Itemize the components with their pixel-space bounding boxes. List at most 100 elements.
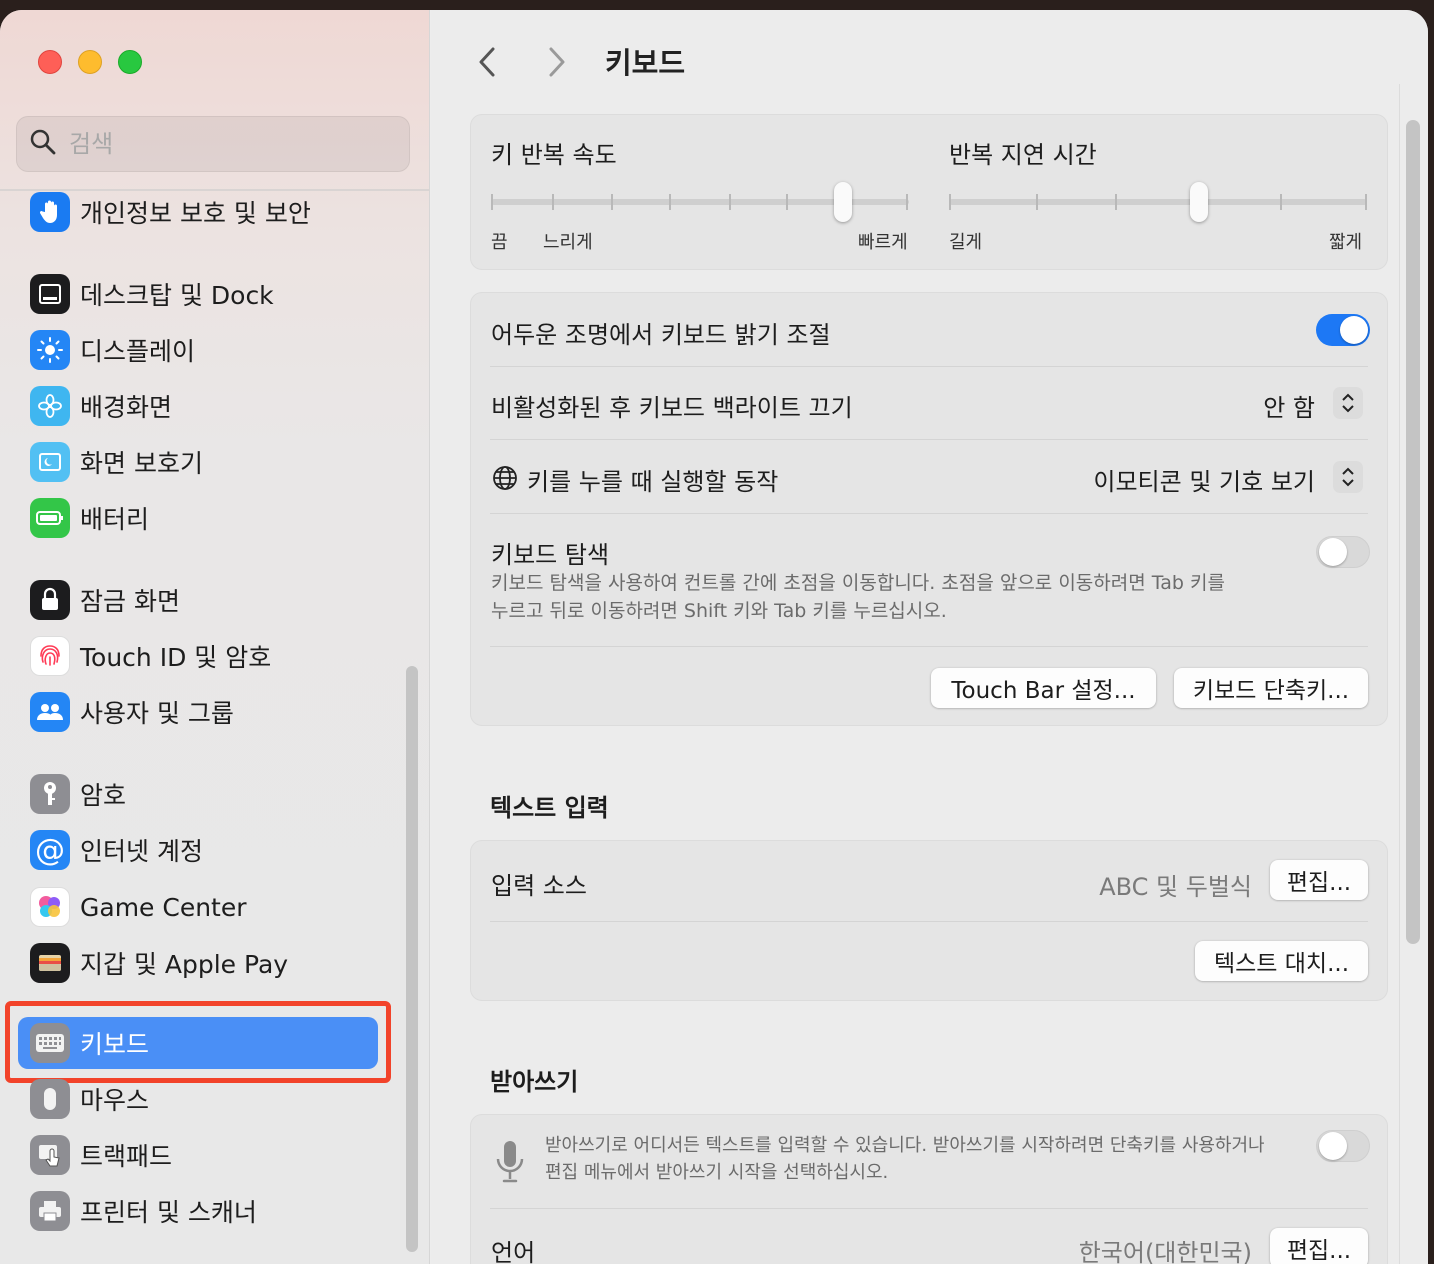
toggle-knob	[1319, 1132, 1347, 1160]
backlight-off-label: 비활성화된 후 키보드 백라이트 끄기	[491, 394, 853, 422]
chevron-left-icon	[479, 47, 495, 77]
sidebar-item-printers[interactable]: 프린터 및 스캐너	[18, 1185, 378, 1237]
toggle-knob	[1340, 316, 1368, 344]
sidebar-item-battery[interactable]: 배터리	[18, 492, 378, 544]
adjust-brightness-label: 어두운 조명에서 키보드 밝기 조절	[491, 321, 831, 349]
sidebar-item-label: 사용자 및 그룹	[80, 699, 234, 728]
text-replacement-button[interactable]: 텍스트 대치...	[1195, 941, 1368, 981]
keyboard-nav-label: 키보드 탐색	[491, 541, 610, 569]
key-repeat-max-label: 빠르게	[858, 232, 908, 253]
sidebar-item-label: 잠금 화면	[80, 587, 180, 616]
sidebar-item-internet-accounts[interactable]: @ 인터넷 계정	[18, 824, 378, 876]
sidebar-item-label: 암호	[80, 781, 127, 810]
lock-icon	[30, 580, 70, 620]
slider-tick	[552, 194, 554, 210]
slider-tick	[491, 194, 493, 210]
slider-tick	[729, 194, 731, 210]
sidebar-item-wallet[interactable]: 지갑 및 Apple Pay	[18, 937, 378, 989]
slider-tick	[669, 194, 671, 210]
game-center-icon	[30, 887, 70, 927]
back-button[interactable]	[469, 44, 505, 80]
toolbar: 키보드	[431, 10, 1428, 110]
row-divider	[490, 646, 1368, 647]
sidebar-item-mouse[interactable]: 마우스	[18, 1073, 378, 1125]
row-divider	[490, 513, 1368, 514]
repeat-delay-title: 반복 지연 시간	[949, 141, 1097, 169]
mouse-icon	[30, 1079, 70, 1119]
slider-tick	[1036, 194, 1038, 210]
input-sources-edit-button[interactable]: 편집...	[1270, 860, 1368, 900]
dictation-desc-line: 편집 메뉴에서 받아쓰기 시작을 선택하십시오.	[545, 1162, 889, 1183]
globe-icon	[491, 464, 519, 496]
sidebar-item-label: 배터리	[80, 505, 150, 534]
close-window-button[interactable]	[38, 50, 62, 74]
settings-window: 개인정보 보호 및 보안 데스크탑 및 Dock 디스플레이 배경화면 화면 보	[0, 10, 1428, 1264]
sidebar-item-desktop-dock[interactable]: 데스크탑 및 Dock	[18, 268, 378, 320]
updown-chevron-icon[interactable]	[1333, 461, 1363, 493]
touchbar-settings-button[interactable]: Touch Bar 설정...	[931, 668, 1156, 708]
input-sources-value: ABC 및 두벌식	[1099, 873, 1252, 901]
printer-icon	[30, 1191, 70, 1231]
slider-tick	[786, 194, 788, 210]
key-repeat-knob[interactable]	[834, 182, 852, 222]
trackpad-icon	[30, 1135, 70, 1175]
sidebar-item-label: 데스크탑 및 Dock	[80, 281, 274, 310]
repeat-delay-track	[949, 199, 1367, 205]
sidebar-item-label: 프린터 및 스캐너	[80, 1198, 257, 1227]
sidebar-item-label: 인터넷 계정	[80, 837, 203, 866]
chevron-right-icon	[549, 47, 565, 77]
search-box[interactable]	[16, 116, 410, 172]
zoom-window-button[interactable]	[118, 50, 142, 74]
sidebar-item-wallpaper[interactable]: 배경화면	[18, 380, 378, 432]
repeat-delay-knob[interactable]	[1190, 182, 1208, 222]
forward-button[interactable]	[539, 44, 575, 80]
at-icon: @	[30, 830, 70, 870]
sidebar-item-touch-id[interactable]: Touch ID 및 암호	[18, 630, 378, 682]
row-divider	[490, 366, 1368, 367]
text-input-card: 입력 소스 ABC 및 두벌식 편집... 텍스트 대치...	[470, 840, 1388, 1001]
language-label: 언어	[491, 1239, 536, 1264]
repeat-delay-min-label: 길게	[949, 232, 983, 253]
globe-key-label: 키를 누를 때 실행할 동작	[527, 468, 779, 496]
main-scrollbar[interactable]	[1406, 120, 1420, 944]
slider-tick	[949, 194, 951, 210]
adjust-brightness-toggle[interactable]	[1316, 314, 1370, 346]
keyboard-shortcuts-button[interactable]: 키보드 단축키...	[1174, 668, 1368, 708]
sidebar-item-trackpad[interactable]: 트랙패드	[18, 1129, 378, 1181]
backlight-off-value: 안 함	[1263, 394, 1315, 422]
minimize-window-button[interactable]	[78, 50, 102, 74]
slider-tick	[1280, 194, 1282, 210]
sidebar-item-label: 키보드	[80, 1030, 150, 1059]
sidebar-item-label: 트랙패드	[80, 1142, 173, 1171]
text-input-section-title: 텍스트 입력	[490, 794, 609, 822]
sidebar-item-passwords[interactable]: 암호	[18, 768, 378, 820]
dictation-toggle[interactable]	[1316, 1130, 1370, 1162]
sidebar-item-label: 개인정보 보호 및 보안	[80, 199, 311, 228]
key-icon	[30, 774, 70, 814]
sidebar-item-label: Touch ID 및 암호	[80, 643, 272, 672]
sidebar-item-privacy[interactable]: 개인정보 보호 및 보안	[18, 186, 378, 238]
sun-icon	[30, 330, 70, 370]
sidebar-item-users-groups[interactable]: 사용자 및 그룹	[18, 686, 378, 738]
slider-tick	[611, 194, 613, 210]
wallet-icon	[30, 943, 70, 983]
search-icon	[29, 128, 57, 160]
dictation-description: 받아쓰기로 어디서든 텍스트를 입력할 수 있습니다. 받아쓰기를 시작하려면 …	[545, 1132, 1265, 1186]
slider-tick	[1115, 194, 1117, 210]
sidebar-item-keyboard[interactable]: 키보드	[18, 1017, 378, 1069]
updown-chevron-icon[interactable]	[1333, 387, 1363, 419]
sidebar-item-screensaver[interactable]: 화면 보호기	[18, 436, 378, 488]
sidebar-item-label: 디스플레이	[80, 337, 196, 366]
sidebar-scrollbar[interactable]	[406, 666, 418, 1252]
sidebar-item-lock-screen[interactable]: 잠금 화면	[18, 574, 378, 626]
microphone-icon	[493, 1139, 527, 1189]
language-value: 한국어(대한민국)	[1078, 1239, 1252, 1264]
language-edit-button[interactable]: 편집...	[1270, 1228, 1368, 1264]
sidebar-item-display[interactable]: 디스플레이	[18, 324, 378, 376]
keyboard-nav-toggle[interactable]	[1316, 536, 1370, 568]
input-sources-label: 입력 소스	[491, 872, 587, 900]
search-input[interactable]	[69, 130, 369, 158]
sidebar-item-label: 배경화면	[80, 393, 173, 422]
sidebar-item-game-center[interactable]: Game Center	[18, 881, 378, 933]
row-divider	[490, 1208, 1368, 1209]
